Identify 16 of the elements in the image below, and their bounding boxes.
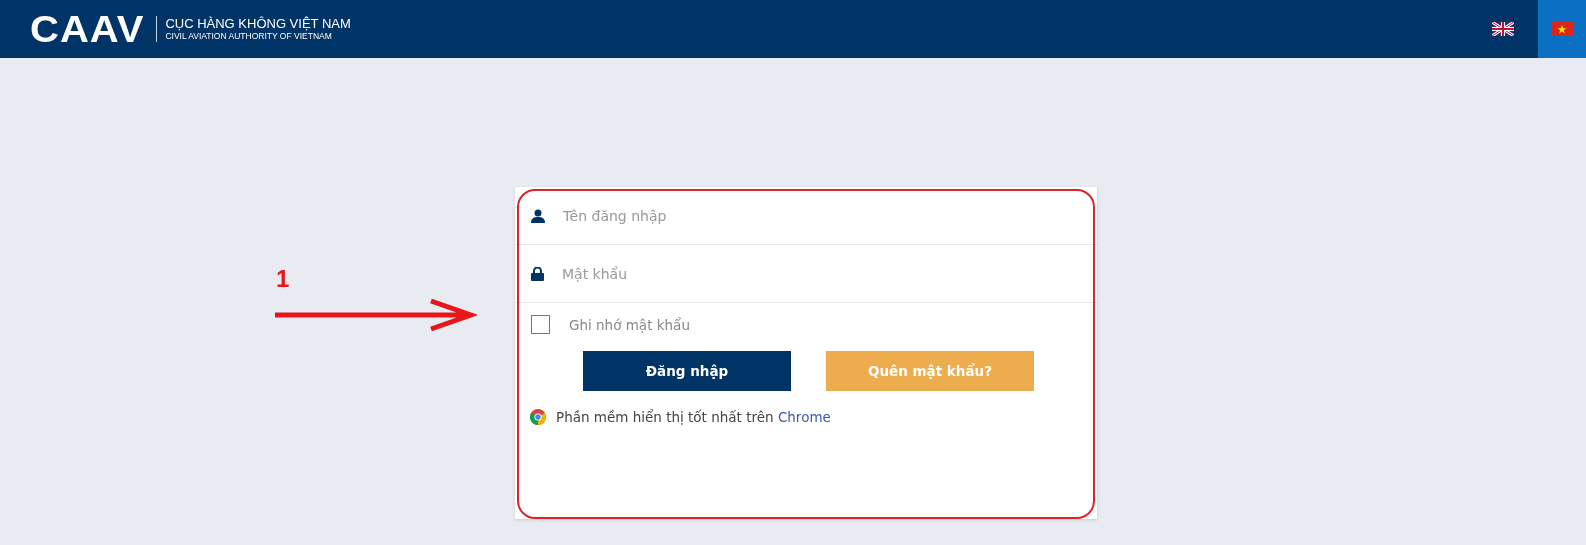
username-field[interactable]: Tên đăng nhập — [561, 186, 1097, 245]
uk-flag-icon — [1492, 22, 1514, 36]
lock-icon — [531, 266, 544, 281]
logo: CAAV — [30, 8, 145, 50]
user-icon — [531, 208, 545, 223]
annotation-number: 1 — [276, 265, 290, 293]
vietnam-flag-icon — [1551, 22, 1573, 36]
chrome-icon — [530, 409, 546, 425]
site-title: CỤC HÀNG KHÔNG VIỆT NAM — [165, 16, 351, 31]
remember-checkbox[interactable] — [531, 315, 550, 334]
browser-note: Phần mềm hiển thị tốt nhất trên Chrome — [556, 409, 831, 425]
site-subtitle: CIVIL AVIATION AUTHORITY OF VIETNAM — [165, 31, 333, 42]
remember-label: Ghi nhớ mật khẩu — [569, 316, 690, 333]
password-field[interactable]: Mật khẩu — [560, 244, 1097, 303]
chrome-link[interactable]: Chrome — [777, 409, 831, 425]
login-button[interactable]: Đăng nhập — [583, 351, 791, 391]
